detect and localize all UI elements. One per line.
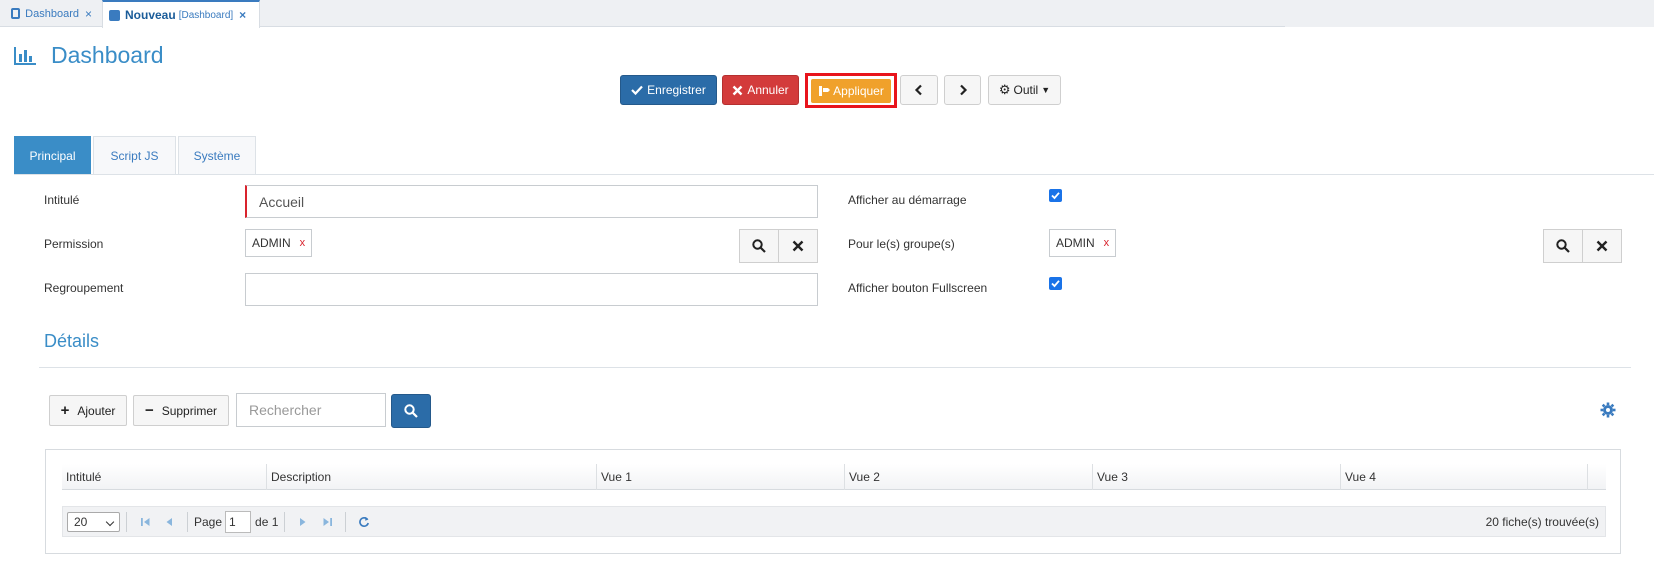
pager-separator — [187, 511, 188, 532]
groupes-tag: ADMIN x — [1049, 229, 1117, 257]
last-page-icon[interactable] — [319, 514, 335, 530]
remove-label: Supprimer — [161, 403, 218, 418]
search-icon — [404, 404, 418, 418]
chevron-left-icon — [914, 84, 922, 96]
apply-icon — [819, 86, 831, 96]
window-tab-nouveau[interactable]: Nouveau [Dashboard] × — [102, 0, 260, 28]
tool-dropdown-button[interactable]: ⚙ Outil ▼ — [988, 75, 1061, 105]
tool-label: Outil — [1013, 83, 1039, 97]
apply-button[interactable]: Appliquer — [811, 79, 891, 103]
minus-icon: − — [144, 402, 154, 419]
grid-pager: 20 Page 1 de 1 20 fiche(s) trouvée(s) — [62, 506, 1606, 537]
details-grid: Intitulé Description Vue 1 Vue 2 Vue 3 V… — [45, 449, 1621, 554]
apply-label: Appliquer — [833, 84, 884, 98]
save-label: Enregistrer — [647, 83, 706, 97]
fullscreen-checkbox[interactable] — [1049, 277, 1062, 290]
remove-button[interactable]: − Supprimer — [133, 395, 229, 426]
intitule-label: Intitulé — [44, 193, 80, 207]
window-tab-label: Dashboard — [25, 7, 79, 20]
tabs-divider — [14, 174, 1654, 175]
groupes-clear-button[interactable] — [1582, 229, 1622, 263]
groupes-label: Pour le(s) groupe(s) — [848, 237, 955, 251]
cancel-label: Annuler — [747, 83, 789, 97]
chevron-right-icon — [959, 84, 967, 96]
permission-search-button[interactable] — [739, 229, 779, 263]
column-header-vue-3[interactable]: Vue 3 — [1093, 464, 1341, 490]
column-header-vue-4[interactable]: Vue 4 — [1341, 464, 1588, 490]
groupes-tag-label: ADMIN — [1056, 236, 1095, 250]
bar-chart-icon — [14, 46, 36, 65]
plus-icon: + — [60, 402, 70, 419]
pager-separator — [345, 511, 347, 532]
page-header: Dashboard — [13, 42, 164, 69]
tab-script-js[interactable]: Script JS — [93, 136, 176, 175]
afficher-demarrage-checkbox[interactable] — [1049, 189, 1062, 202]
check-icon — [1051, 192, 1060, 200]
search-icon — [752, 239, 766, 253]
permission-clear-button[interactable] — [778, 229, 818, 263]
check-icon — [1051, 280, 1060, 288]
regroupement-input[interactable] — [245, 273, 818, 306]
form-tabs: Principal Script JS Système — [14, 136, 258, 175]
column-header-description[interactable]: Description — [267, 464, 597, 490]
permission-tag-label: ADMIN — [252, 236, 291, 250]
column-header-spacer — [1588, 464, 1606, 490]
intitule-input[interactable]: Accueil — [245, 185, 818, 218]
fullscreen-label: Afficher bouton Fullscreen — [848, 281, 988, 295]
apply-highlight-frame: Appliquer — [805, 73, 897, 108]
groupes-search-button[interactable] — [1543, 229, 1583, 263]
page-size-select[interactable]: 20 — [67, 511, 120, 532]
check-icon — [631, 85, 643, 96]
close-icon — [1596, 240, 1608, 252]
next-page-icon[interactable] — [295, 514, 311, 530]
previous-button[interactable] — [900, 75, 938, 105]
column-header-vue-2[interactable]: Vue 2 — [845, 464, 1093, 490]
caret-down-icon: ▼ — [1041, 85, 1051, 95]
previous-page-icon[interactable] — [161, 514, 177, 530]
window-tab-sublabel: [Dashboard] — [178, 9, 234, 21]
add-label: Ajouter — [77, 403, 116, 418]
save-button[interactable]: Enregistrer — [620, 75, 717, 105]
details-title: Détails — [44, 331, 100, 351]
permission-tag: ADMIN x — [245, 229, 313, 257]
tab-systeme[interactable]: Système — [178, 136, 256, 175]
window-icon — [109, 9, 120, 21]
close-icon[interactable]: × — [239, 8, 246, 22]
next-button[interactable] — [944, 75, 981, 105]
search-button[interactable] — [391, 394, 431, 428]
close-icon[interactable]: × — [85, 7, 92, 21]
remove-tag-icon[interactable]: x — [1104, 237, 1110, 249]
grid-header: Intitulé Description Vue 1 Vue 2 Vue 3 V… — [62, 464, 1606, 490]
tab-principal[interactable]: Principal — [14, 136, 91, 175]
window-tab-strip: Dashboard × Nouveau [Dashboard] × — [0, 0, 1654, 28]
pager-separator — [284, 511, 286, 532]
page-total-label: de 1 — [255, 514, 279, 529]
remove-tag-icon[interactable]: x — [300, 237, 306, 249]
record-count: 20 fiche(s) trouvée(s) — [1485, 514, 1599, 529]
permission-label: Permission — [44, 237, 104, 251]
page-title: Dashboard — [51, 42, 164, 68]
first-page-icon[interactable] — [137, 514, 153, 530]
cancel-button[interactable]: Annuler — [722, 75, 799, 105]
search-input[interactable]: Rechercher — [236, 393, 386, 427]
details-divider — [39, 367, 1631, 368]
page-number-input[interactable]: 1 — [225, 510, 252, 533]
close-icon — [792, 240, 804, 252]
column-header-vue-1[interactable]: Vue 1 — [597, 464, 845, 490]
times-icon — [732, 85, 743, 95]
window-tab-label: Nouveau — [125, 8, 176, 22]
gear-icon: ⚙ — [998, 82, 1011, 97]
settings-gear-icon[interactable] — [1600, 402, 1616, 418]
page-label: Page — [194, 514, 223, 529]
window-icon — [11, 8, 21, 19]
search-icon — [1556, 239, 1570, 253]
afficher-demarrage-label: Afficher au démarrage — [848, 193, 967, 207]
add-button[interactable]: + Ajouter — [49, 395, 127, 426]
window-tab-dashboard[interactable]: Dashboard × — [5, 0, 98, 27]
refresh-icon[interactable] — [356, 514, 372, 530]
regroupement-label: Regroupement — [44, 281, 124, 295]
pager-separator — [126, 511, 127, 532]
column-header-intitule[interactable]: Intitulé — [62, 464, 267, 490]
